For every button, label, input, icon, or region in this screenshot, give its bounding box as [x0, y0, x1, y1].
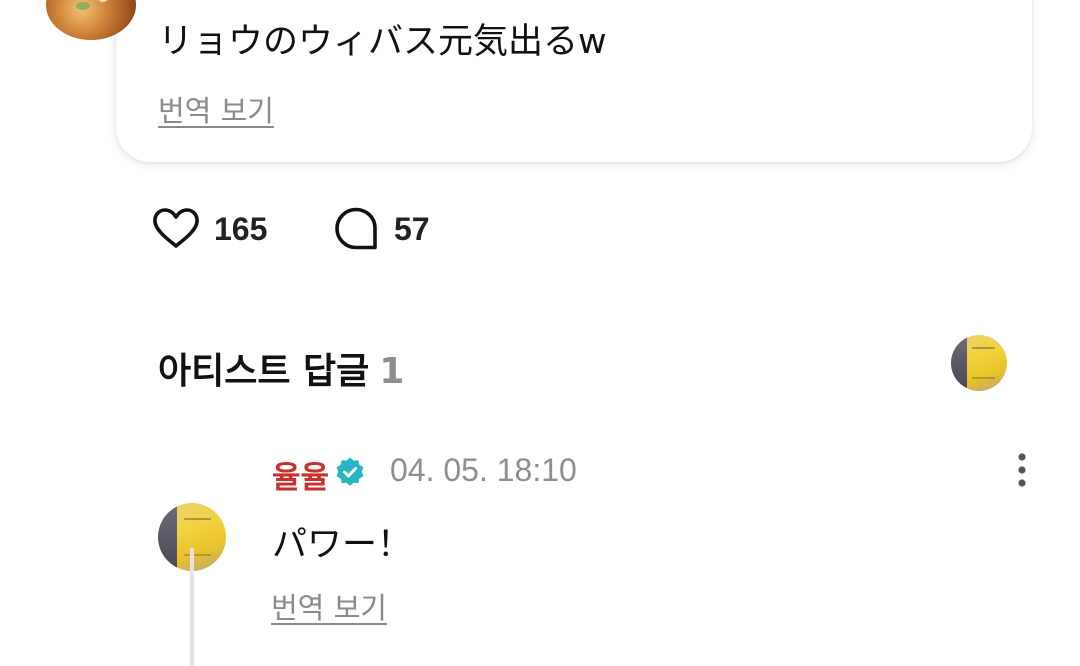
like-button[interactable]: 165	[150, 203, 267, 255]
like-count: 165	[214, 210, 268, 247]
comment-bubble-icon	[335, 207, 377, 250]
artist-replies-title: 아티스트 답글	[158, 351, 370, 392]
reply-translate-link[interactable]: 번역 보기	[271, 585, 387, 627]
thread-line	[190, 548, 194, 666]
reply-author-name[interactable]: 율율	[272, 452, 329, 497]
comment-count: 57	[394, 210, 430, 247]
artist-replies-heading: 아티스트 답글 1	[158, 342, 404, 394]
post-translate-link[interactable]: 번역 보기	[158, 88, 274, 130]
artist-avatar[interactable]	[951, 335, 1007, 391]
post-text: リョウのウィバス元気出るw	[158, 22, 607, 62]
reply-text: パワー！	[272, 525, 413, 565]
reply-timestamp: 04. 05. 18:10	[390, 452, 577, 488]
heart-icon	[153, 208, 199, 248]
comment-button[interactable]: 57	[330, 203, 430, 255]
more-vertical-icon[interactable]	[1007, 450, 1037, 490]
verified-badge-icon	[336, 457, 364, 486]
artist-replies-count: 1	[379, 351, 405, 392]
